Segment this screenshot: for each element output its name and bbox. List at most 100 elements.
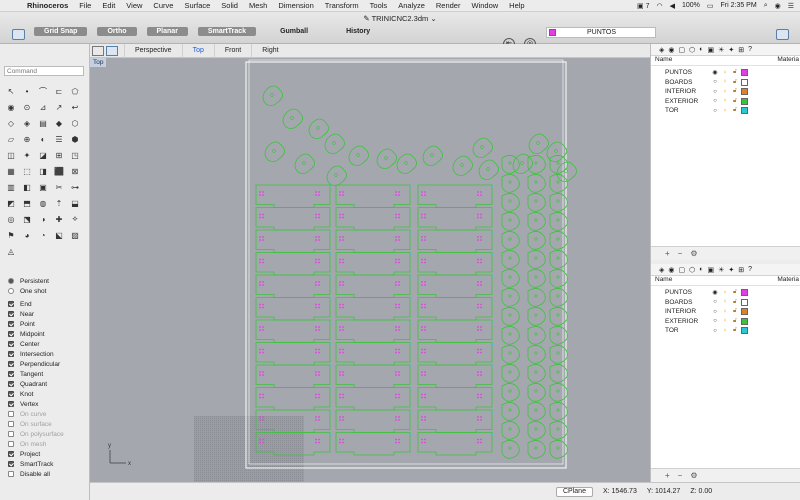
tor-point[interactable] xyxy=(409,321,411,323)
drill-point[interactable] xyxy=(395,236,397,238)
drill-point[interactable] xyxy=(395,191,397,193)
board-part[interactable] xyxy=(417,229,493,253)
lock-icon[interactable]: 🔓︎ xyxy=(731,88,739,95)
battery-icon[interactable]: ▭ xyxy=(707,2,714,10)
checkbox[interactable] xyxy=(8,411,14,417)
drill-point[interactable] xyxy=(259,303,261,306)
ortho-button[interactable]: Ortho xyxy=(97,27,137,36)
irregular-part[interactable] xyxy=(501,231,520,250)
drill-point[interactable] xyxy=(259,191,261,193)
lightbulb-icon[interactable]: ♀ xyxy=(721,108,729,114)
tool-button[interactable]: ◩ xyxy=(4,196,18,210)
drill-point[interactable] xyxy=(259,441,261,444)
drill-point[interactable] xyxy=(342,194,344,196)
tool-button[interactable]: ⬓ xyxy=(68,196,82,210)
drill-point[interactable] xyxy=(477,239,479,241)
drill-point[interactable] xyxy=(477,194,479,196)
drill-point[interactable] xyxy=(424,326,426,328)
tool-button[interactable]: ⬔ xyxy=(20,212,34,226)
drill-point[interactable] xyxy=(421,303,423,306)
lock-icon[interactable]: 🔓︎ xyxy=(731,318,739,325)
drill-point[interactable] xyxy=(262,326,264,328)
irregular-part[interactable] xyxy=(549,364,568,383)
snap-mode-persistent[interactable]: Persistent xyxy=(8,276,88,286)
notification-icon[interactable]: ▣ 7 xyxy=(637,2,649,10)
tor-point[interactable] xyxy=(329,253,331,256)
drill-point[interactable] xyxy=(480,281,482,283)
current-layer-icon[interactable]: ◉ xyxy=(711,289,719,296)
volume-icon[interactable]: ◀ xyxy=(670,2,675,10)
irregular-part[interactable] xyxy=(549,174,568,193)
osnap-end[interactable]: End xyxy=(8,299,88,309)
board-part[interactable] xyxy=(335,297,411,321)
drill-point[interactable] xyxy=(395,416,397,418)
lightbulb-icon[interactable]: ♀ xyxy=(721,79,729,85)
irregular-part[interactable] xyxy=(549,193,568,212)
lightbulb-icon[interactable]: ♀ xyxy=(721,328,729,334)
drill-point[interactable] xyxy=(395,371,397,373)
tool-button[interactable]: ↩ xyxy=(68,100,82,114)
drill-point[interactable] xyxy=(318,239,320,241)
tool-button[interactable]: ⬚ xyxy=(20,164,34,178)
tor-point[interactable] xyxy=(329,343,331,346)
single-view-icon[interactable] xyxy=(106,45,118,56)
board-part[interactable] xyxy=(335,342,411,366)
layer-row-puntos[interactable]: PUNTOS ◉ ♀ 🔓︎ xyxy=(651,68,800,78)
drill-point[interactable] xyxy=(318,416,320,418)
osnap-disable-all[interactable]: Disable all xyxy=(8,469,88,479)
tool-button[interactable]: ▥ xyxy=(4,180,18,194)
drill-point[interactable] xyxy=(315,216,317,219)
checkbox[interactable] xyxy=(8,461,14,467)
irregular-part[interactable] xyxy=(501,288,520,307)
tor-point[interactable] xyxy=(491,208,493,211)
drill-point[interactable] xyxy=(398,374,400,376)
irregular-part[interactable] xyxy=(501,250,520,269)
tor-point[interactable] xyxy=(491,298,493,301)
tor-point[interactable] xyxy=(491,388,493,391)
osnap-quadrant[interactable]: Quadrant xyxy=(8,379,88,389)
tool-button[interactable]: ◔ xyxy=(36,228,50,242)
irregular-part[interactable] xyxy=(527,288,546,307)
drill-point[interactable] xyxy=(421,284,423,286)
irregular-part[interactable] xyxy=(549,383,568,402)
left-sidebar-toggle-icon[interactable] xyxy=(12,29,25,40)
radio-button[interactable] xyxy=(8,278,14,284)
lock-icon[interactable]: 🔓︎ xyxy=(731,327,739,334)
current-layer-icon[interactable]: ○ xyxy=(711,79,719,85)
checkbox[interactable] xyxy=(8,361,14,367)
tool-button[interactable]: ⟡ xyxy=(68,212,82,226)
drill-point[interactable] xyxy=(342,393,344,396)
irregular-part[interactable] xyxy=(549,440,568,459)
drill-point[interactable] xyxy=(480,194,482,196)
board-part[interactable] xyxy=(255,387,331,411)
irregular-part[interactable] xyxy=(527,307,546,326)
current-layer-icon[interactable]: ○ xyxy=(711,299,719,305)
properties-tab-icon[interactable]: ◉ xyxy=(668,266,674,274)
drill-point[interactable] xyxy=(421,371,423,373)
drill-point[interactable] xyxy=(398,239,400,241)
drill-point[interactable] xyxy=(480,374,482,376)
tor-point[interactable] xyxy=(491,321,493,323)
layer-color-swatch[interactable] xyxy=(741,88,748,96)
irregular-part[interactable] xyxy=(501,155,520,174)
drill-point[interactable] xyxy=(395,194,397,196)
drill-point[interactable] xyxy=(477,371,479,373)
drill-point[interactable] xyxy=(315,306,317,309)
tool-button[interactable]: ◑ xyxy=(36,212,50,226)
layer-color-swatch[interactable] xyxy=(741,97,748,105)
irregular-part[interactable] xyxy=(501,326,520,345)
menu-file[interactable]: File xyxy=(79,1,91,10)
drill-point[interactable] xyxy=(262,261,264,264)
board-part[interactable] xyxy=(255,319,331,343)
tor-point[interactable] xyxy=(409,231,411,233)
drill-point[interactable] xyxy=(342,326,344,328)
layers-tab-icon[interactable]: ◈ xyxy=(659,46,664,54)
drill-point[interactable] xyxy=(262,393,264,396)
checkbox[interactable] xyxy=(8,431,14,437)
drill-point[interactable] xyxy=(318,261,320,264)
drill-point[interactable] xyxy=(480,438,482,441)
board-part[interactable] xyxy=(255,342,331,366)
board-part[interactable] xyxy=(417,342,493,366)
drill-point[interactable] xyxy=(477,261,479,264)
drill-point[interactable] xyxy=(315,236,317,238)
